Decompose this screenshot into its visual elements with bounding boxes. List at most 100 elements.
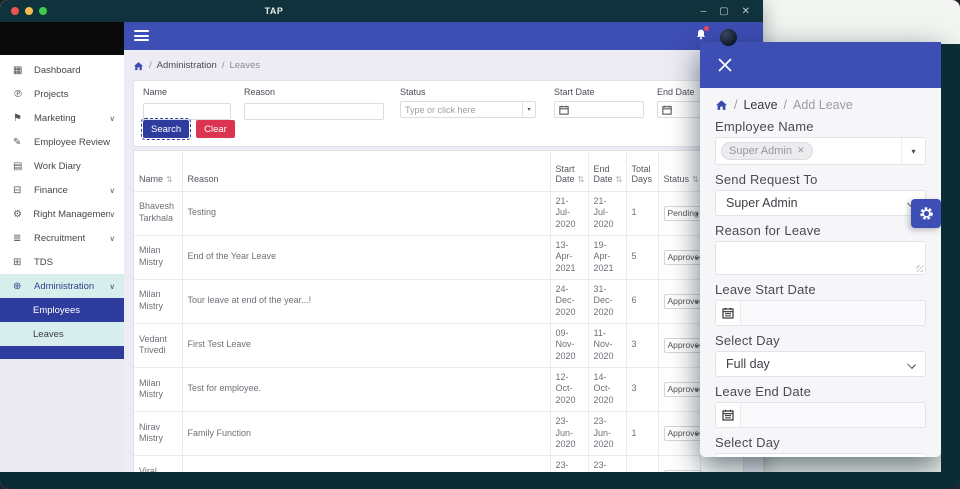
list-icon: ≣ — [13, 232, 22, 244]
app-window: TAP – ▢ ✕ ▦ Dashboard ℗ Projects ⚑ Marke… — [0, 0, 763, 489]
status-select[interactable]: Approved▾ — [663, 425, 702, 441]
status-select[interactable]: Approved▾ — [663, 337, 702, 353]
dropdown-caret-icon: ▾ — [695, 342, 699, 350]
date-value[interactable] — [741, 301, 925, 325]
employee-name-multiselect[interactable]: Super Admin ✕ ▾ — [715, 137, 926, 165]
col-header-name[interactable]: Name ⇅ — [134, 151, 182, 191]
status-select[interactable]: Pending ▾ — [663, 205, 702, 221]
submenu-footer — [0, 346, 124, 359]
sort-icon: ⇅ — [577, 174, 585, 184]
sidebar-item-employee-review[interactable]: ✎ Employee Review — [0, 130, 124, 154]
cell-reason: End of the Year Leave — [181, 234, 550, 280]
sidebar-item-tds[interactable]: ⊞ TDS — [0, 250, 124, 274]
cell-total-days: 3 — [625, 322, 658, 368]
sidebar-item-marketing[interactable]: ⚑ Marketing ∨ — [0, 106, 124, 130]
date-value[interactable] — [741, 403, 925, 427]
home-icon[interactable] — [133, 61, 144, 71]
reason-filter-input[interactable] — [244, 102, 384, 120]
select-day-start-select[interactable]: Full day — [715, 351, 926, 377]
rights-icon: ⚙ — [13, 208, 22, 220]
desktop-background — [0, 472, 960, 489]
dropdown-caret-icon: ▾ — [695, 386, 699, 394]
leave-start-date-input[interactable] — [715, 300, 926, 326]
sidebar-item-work-diary[interactable]: ▤ Work Diary — [0, 154, 124, 178]
col-header-reason: Reason — [181, 151, 550, 191]
drawer-breadcrumb-parent[interactable]: Leave — [743, 98, 777, 112]
calendar-icon[interactable] — [716, 403, 741, 427]
breadcrumb-section[interactable]: Administration — [157, 60, 217, 71]
sidebar-item-administration[interactable]: ⊕ Administration ∨ — [0, 274, 124, 298]
cell-total-days: 1 — [625, 410, 658, 456]
sort-icon: ⇅ — [166, 174, 173, 184]
settings-gear-button[interactable] — [911, 199, 941, 228]
cell-start-date: 23-Jun-2020 — [549, 410, 588, 456]
dropdown-caret-icon[interactable]: ▾ — [522, 102, 535, 117]
window-title: TAP — [264, 6, 284, 16]
status-select[interactable]: Approved▾ — [663, 293, 702, 309]
select-day-start-label: Select Day — [715, 333, 780, 348]
dropdown-caret-icon[interactable]: ▾ — [901, 138, 925, 164]
status-filter-label: Status — [400, 87, 426, 97]
calendar-icon[interactable] — [716, 301, 741, 325]
start-date-filter-label: Start Date — [554, 87, 595, 97]
sidebar-item-employees[interactable]: Employees — [0, 298, 124, 322]
search-button[interactable]: Search — [140, 118, 192, 140]
menu-icon[interactable] — [134, 30, 149, 44]
status-select[interactable]: Approved▾ — [663, 249, 702, 265]
name-filter-input[interactable] — [143, 102, 231, 120]
close-icon[interactable] — [717, 57, 733, 73]
col-header-start-date[interactable]: Start Date ⇅ — [549, 151, 588, 191]
send-request-to-select[interactable]: Super Admin — [715, 190, 926, 216]
window-controls: – ▢ ✕ — [701, 0, 750, 22]
send-request-to-label: Send Request To — [715, 172, 818, 187]
reason-for-leave-textarea[interactable] — [715, 241, 926, 275]
cell-start-date: 13-Apr-2021 — [549, 234, 588, 280]
table-row: Milan Mistry Tour leave at end of the ye… — [134, 278, 745, 324]
breadcrumb: / Administration / Leaves — [133, 60, 260, 71]
diary-icon: ▤ — [13, 160, 23, 172]
chip-remove-icon[interactable]: ✕ — [797, 146, 805, 156]
sort-icon: ⇅ — [615, 174, 623, 184]
cell-name: Milan Mistry — [134, 278, 182, 324]
projects-icon: ℗ — [13, 88, 23, 100]
sidebar-item-finance[interactable]: ⊟ Finance ∨ — [0, 178, 124, 202]
cell-end-date: 19-Apr-2021 — [587, 234, 626, 280]
clear-button[interactable]: Clear — [196, 120, 235, 138]
leave-end-date-input[interactable] — [715, 402, 926, 428]
cell-total-days: 6 — [625, 278, 658, 324]
cell-name: Nirav Mistry — [134, 410, 182, 456]
dropdown-caret-icon: ▾ — [695, 298, 699, 306]
main-content: / Administration / Leaves Name Reason St… — [124, 50, 763, 489]
cell-name: Milan Mistry — [134, 366, 182, 412]
user-avatar[interactable] — [720, 28, 737, 46]
calendar-icon[interactable] — [559, 105, 569, 115]
home-icon[interactable] — [715, 99, 728, 111]
sidebar-item-right-management[interactable]: ⚙ Right Management ∨ — [0, 202, 124, 226]
sidebar-item-projects[interactable]: ℗ Projects — [0, 82, 124, 106]
cell-end-date: 11-Nov-2020 — [587, 322, 626, 368]
reason-filter-label: Reason — [244, 87, 276, 97]
col-header-end-date[interactable]: End Date ⇅ — [587, 151, 626, 191]
resize-grip-icon[interactable] — [916, 265, 923, 272]
notifications-bell-icon[interactable] — [695, 26, 709, 46]
app-header — [124, 22, 763, 50]
sidebar-item-leaves[interactable]: Leaves — [0, 322, 124, 346]
status-filter-input[interactable] — [401, 102, 522, 117]
close-icon[interactable]: ✕ — [742, 6, 750, 17]
maximize-icon[interactable]: ▢ — [719, 6, 728, 17]
name-filter-label: Name — [143, 87, 168, 97]
leaves-table: Name ⇅ Reason Start Date ⇅ End Date ⇅ Total… — [134, 151, 745, 489]
sidebar-item-dashboard[interactable]: ▦ Dashboard — [0, 58, 124, 82]
cell-end-date: 14-Oct-2020 — [587, 366, 626, 412]
reason-for-leave-label: Reason for Leave — [715, 223, 821, 238]
col-header-status[interactable]: Status ⇅ — [657, 151, 700, 191]
minimize-icon[interactable]: – — [701, 6, 707, 17]
select-day-end-select[interactable]: Full day — [715, 453, 926, 457]
calendar-icon[interactable] — [662, 105, 672, 115]
start-date-filter-input[interactable] — [569, 102, 643, 117]
status-select[interactable]: Approved▾ — [663, 381, 702, 397]
breadcrumb-page: Leaves — [229, 60, 261, 71]
chevron-down-icon — [907, 360, 916, 369]
sidebar-item-recruitment[interactable]: ≣ Recruitment ∨ — [0, 226, 124, 250]
cell-reason: Family Function — [181, 410, 550, 456]
